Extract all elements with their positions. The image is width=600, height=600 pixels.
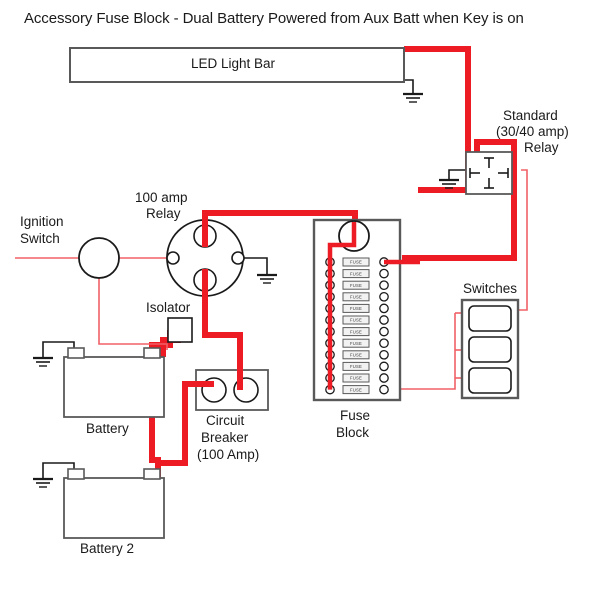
ignition-switch-label-line1: Ignition [20,214,64,229]
relay-100-label-line2: Relay [146,206,181,221]
ground-symbol-battery2 [33,477,53,488]
ground-symbol-battery1 [33,356,53,367]
battery-2[interactable] [63,468,165,539]
fuse-label: FUSE [350,295,362,300]
fuse-label: FUSE [350,376,362,381]
fuse-terminal-right[interactable] [379,338,389,349]
circuit-breaker-label-line2: Breaker [201,430,249,445]
fuse-terminal-right[interactable] [379,326,389,337]
ground-wire-group [42,79,469,479]
diagram-svg: FUSE FUSE FUSE FUSE FUSE FUSE FUSE FUSE FUSE FUSE… [15,46,528,539]
isolator[interactable] [167,317,193,343]
switch-panel[interactable] [460,298,520,400]
fuse-label: FUSE [350,341,362,346]
fuse-label: FUSE [350,260,362,265]
fuse-block-label-line2: Block [336,425,370,440]
fuse-terminal-right[interactable] [379,361,389,372]
fuse-label: FUSE [350,283,362,288]
circuit-breaker-label-line1: Circuit [206,413,245,428]
fuse-label: FUSE [350,353,362,358]
ground-symbol-relay [439,178,459,189]
relay100-terminal-left [166,251,180,265]
fuse-terminal-right[interactable] [379,315,389,325]
fuse-label: FUSE [350,387,362,392]
fuse-label: FUSE [350,364,362,369]
fuse-block-label-line1: Fuse [340,408,371,423]
wire-lightbar-ground [404,79,414,94]
isolator-label: Isolator [146,300,191,315]
wire-relay-right-bus [402,196,517,261]
switch-1 [468,305,512,332]
battery-2-terminal-positive [143,468,161,480]
standard-relay-label-line2: (30/40 amp) [496,124,569,139]
ignition-switch[interactable] [78,237,120,279]
battery-1-terminal-negative [67,347,85,359]
battery-1-terminal-positive [143,347,161,359]
led-light-bar-label: LED Light Bar [191,56,276,71]
wiring-diagram-canvas: Accessory Fuse Block - Dual Battery Powe… [0,0,600,600]
circuit-breaker[interactable] [195,369,269,411]
fuse-terminal-right[interactable] [379,268,389,279]
fuse-terminal-right[interactable] [379,384,389,395]
battery-1-label: Battery [86,421,129,436]
wire-relay-coil-to-switches [519,169,528,311]
fuse-label: FUSE [350,306,362,311]
ground-symbol-lightbar [403,92,423,103]
ignition-switch-label-line2: Switch [20,231,60,246]
relay100-terminal-right [231,251,245,265]
fuse-label: FUSE [350,329,362,334]
relay-100-label-line1: 100 amp [135,190,188,205]
standard-relay-label-line3: Relay [524,140,559,155]
fuse-terminal-right[interactable] [379,280,389,291]
battery-2-label: Battery 2 [80,541,135,556]
ground-symbol-relay100 [257,273,277,284]
switch-2 [468,336,512,363]
battery-2-terminal-negative [67,468,85,480]
wire-lightbar-to-relay [404,46,471,193]
standard-relay-label-line1: Standard [503,108,558,123]
fuse-terminal-right[interactable] [379,373,389,383]
switches-label: Switches [463,281,518,296]
battery-1[interactable] [63,347,165,418]
fuse-block[interactable]: FUSE FUSE FUSE FUSE FUSE FUSE FUSE FUSE FUSE FUSE… [312,218,420,402]
fuse-terminal-right[interactable] [379,291,389,302]
fuse-label: FUSE [350,318,362,323]
circuit-breaker-label-line3: (100 Amp) [197,447,260,462]
switch-3 [468,367,512,394]
standard-relay[interactable] [465,151,513,195]
fuse-terminal-right[interactable] [379,349,389,360]
fuse-terminal-right[interactable] [379,303,389,314]
fuse-label: FUSE [350,271,362,276]
